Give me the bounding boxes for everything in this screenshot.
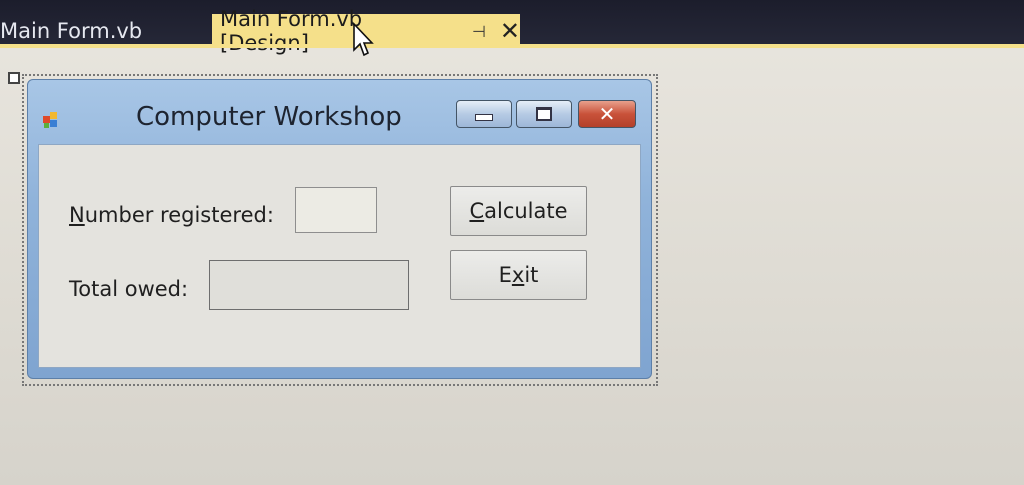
document-tab-strip: Main Form.vb Main Form.vb [Design] ⊣ ✕: [0, 0, 1024, 55]
form-window[interactable]: Computer Workshop ✕ Number registered: T…: [27, 79, 652, 379]
calculate-button[interactable]: Calculate: [450, 186, 587, 236]
total-owed-label: Total owed:: [69, 277, 189, 301]
form-app-icon: [43, 112, 57, 128]
number-registered-input[interactable]: [295, 187, 377, 233]
form-client-area: Number registered: Total owed: Calculate…: [38, 144, 641, 368]
maximize-icon: [536, 107, 552, 121]
close-icon: ✕: [598, 102, 616, 126]
active-tab-underline: [0, 44, 1024, 48]
total-owed-output: [209, 260, 409, 310]
close-button[interactable]: ✕: [578, 100, 636, 128]
pin-icon[interactable]: ⊣: [472, 22, 486, 41]
minimize-button[interactable]: [456, 100, 512, 128]
selection-handle[interactable]: [8, 72, 20, 84]
tab-label: Main Form.vb: [0, 19, 143, 43]
number-registered-label: Number registered:: [69, 203, 274, 227]
mouse-cursor-icon: [353, 22, 374, 57]
form-title: Computer Workshop: [136, 102, 402, 132]
maximize-button[interactable]: [516, 100, 572, 128]
exit-button[interactable]: Ex it: [450, 250, 587, 300]
minimize-icon: [475, 113, 493, 121]
close-icon[interactable]: ✕: [500, 17, 520, 45]
tab-main-form-code[interactable]: Main Form.vb: [0, 14, 210, 48]
